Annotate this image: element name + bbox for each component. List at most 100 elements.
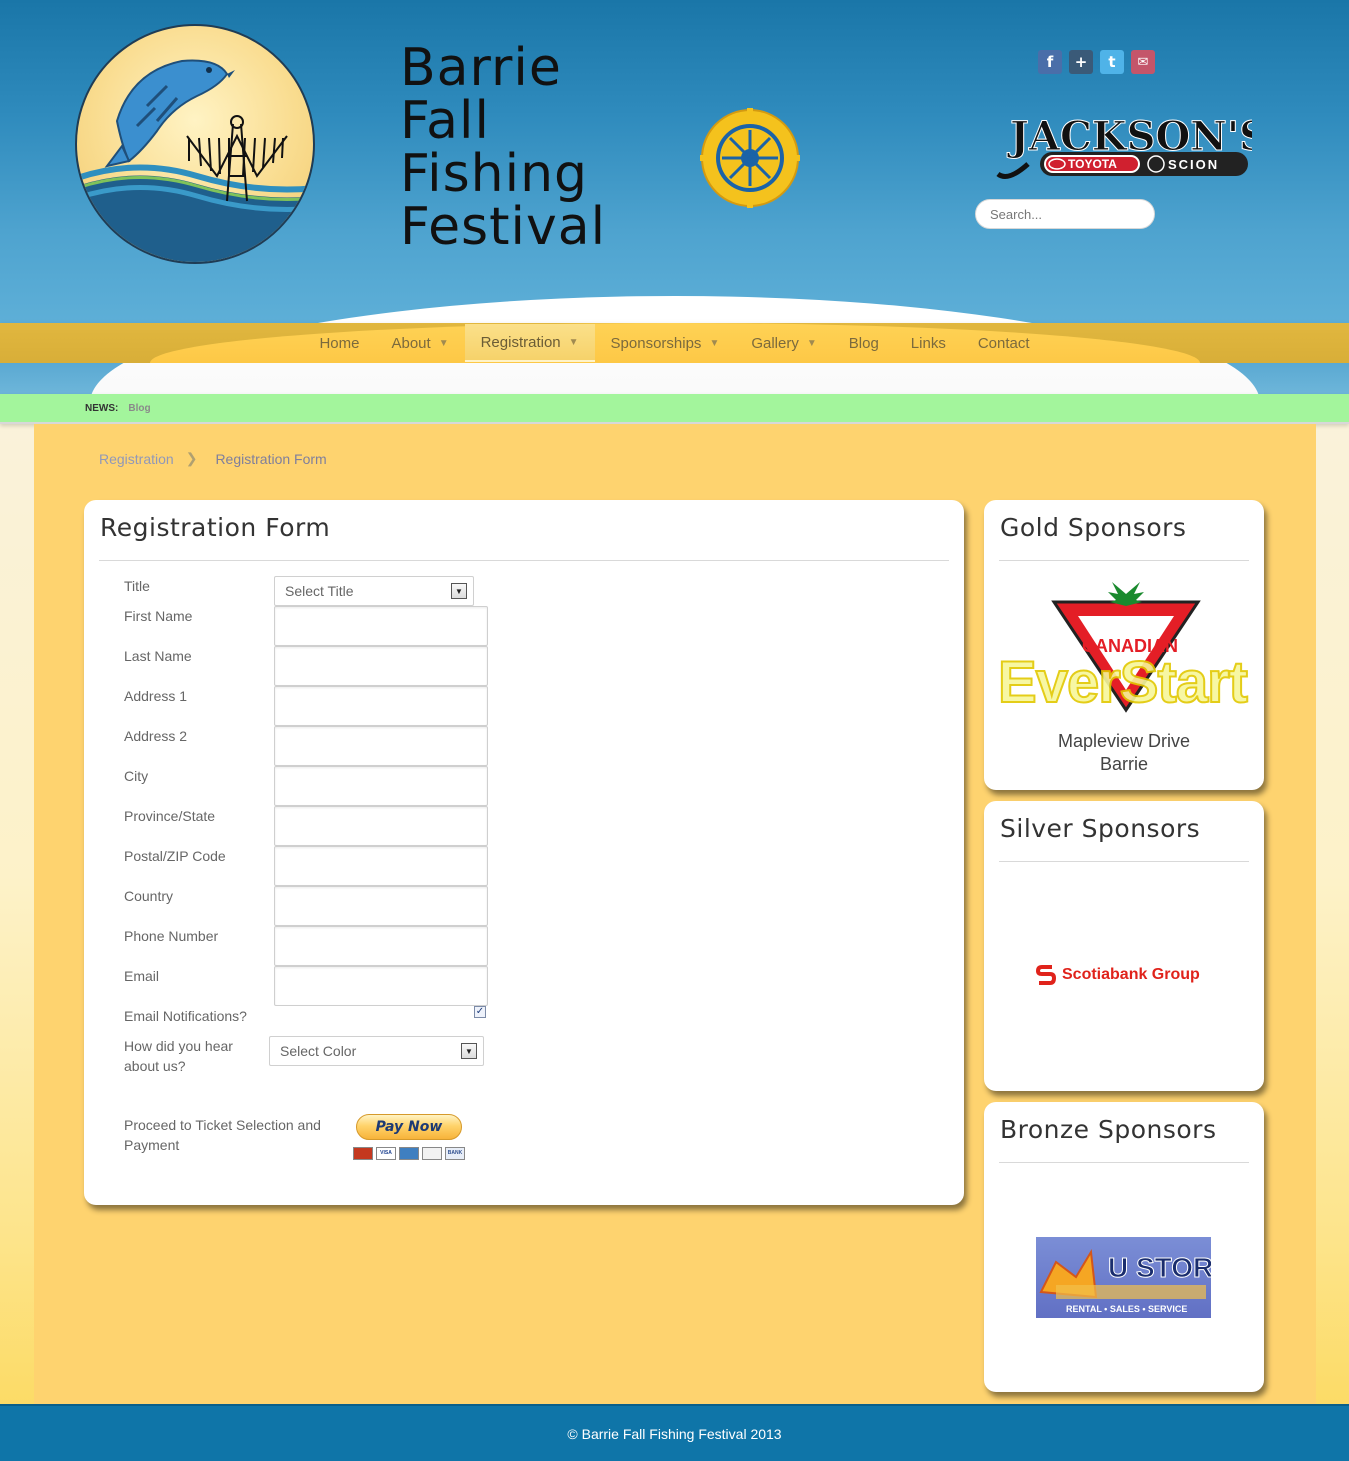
bronze-sponsors-title: Bronze Sponsors bbox=[1000, 1115, 1217, 1144]
province-label: Province/State bbox=[124, 808, 216, 824]
phone-field[interactable] bbox=[274, 926, 488, 966]
heard-label: How did you hear about us? bbox=[124, 1036, 233, 1076]
nav-label: Gallery bbox=[751, 334, 799, 352]
googleplus-icon[interactable]: + bbox=[1069, 50, 1093, 74]
heard-label-line2: about us? bbox=[124, 1058, 186, 1074]
mastercard-icon bbox=[353, 1147, 373, 1160]
nav-label: Home bbox=[319, 334, 360, 352]
scotiabank-s-icon bbox=[1036, 965, 1056, 985]
nav-gallery[interactable]: Gallery ▼ bbox=[735, 324, 832, 362]
ustor-logo[interactable]: U STOR RENTAL • SALES • SERVICE bbox=[1036, 1237, 1211, 1318]
gold-caption-line1: Mapleview Drive bbox=[1057, 731, 1191, 751]
heard-select-value: Select Color bbox=[280, 1043, 357, 1059]
breadcrumb-registration[interactable]: Registration bbox=[99, 451, 174, 467]
nav-label: About bbox=[391, 334, 431, 352]
nav-links[interactable]: Links bbox=[895, 324, 962, 362]
province-field[interactable] bbox=[274, 806, 488, 846]
everstart-logo-icon: CANADIAN EverStart bbox=[997, 582, 1249, 716]
form-heading: Registration Form bbox=[100, 513, 331, 542]
header-lower-arc bbox=[90, 363, 1260, 395]
festival-logo[interactable] bbox=[75, 24, 315, 264]
address1-label: Address 1 bbox=[124, 688, 188, 704]
address1-field[interactable] bbox=[274, 686, 488, 726]
main-menu: Home About ▼ Registration ▼ Sponsorships ▼ … bbox=[0, 323, 1349, 363]
dropdown-arrow-icon: ▼ bbox=[451, 583, 467, 599]
city-label: City bbox=[124, 768, 149, 784]
chevron-down-icon: ▼ bbox=[709, 337, 720, 349]
footer: © Barrie Fall Fishing Festival 2013 bbox=[0, 1404, 1349, 1461]
rotary-wheel-icon bbox=[700, 108, 800, 208]
scotiabank-logo[interactable]: Scotiabank Group bbox=[1036, 964, 1200, 986]
social-links: f + t ✉ bbox=[1038, 50, 1155, 74]
scotiabank-text: Scotiabank Group bbox=[1062, 966, 1200, 983]
dropdown-arrow-icon: ▼ bbox=[461, 1043, 477, 1059]
pay-now-button[interactable]: Pay Now VISA BANK bbox=[353, 1114, 465, 1166]
news-link[interactable]: Blog bbox=[128, 403, 150, 414]
news-ticker: NEWS: Blog bbox=[0, 394, 1349, 424]
canadian-tire-everstart-logo[interactable]: CANADIAN EverStart bbox=[997, 580, 1250, 716]
phone-label: Phone Number bbox=[124, 928, 219, 944]
last-name-label: Last Name bbox=[124, 648, 192, 664]
discover-icon bbox=[422, 1147, 442, 1160]
email-icon[interactable]: ✉ bbox=[1131, 50, 1155, 74]
ustor-logo-icon: U STOR RENTAL • SALES • SERVICE bbox=[1039, 1248, 1211, 1314]
notifications-checkbox[interactable]: ✓ bbox=[474, 1006, 486, 1018]
bank-icon: BANK bbox=[445, 1147, 465, 1160]
notifications-label: Email Notifications? bbox=[124, 1008, 247, 1024]
payment-cards: VISA BANK bbox=[353, 1147, 465, 1160]
header: Barrie Fall Fishing Festival f + t ✉ JAC… bbox=[0, 0, 1349, 330]
gold-sponsors-title: Gold Sponsors bbox=[1000, 513, 1187, 542]
nav-about[interactable]: About ▼ bbox=[375, 324, 464, 362]
divider bbox=[999, 1162, 1249, 1163]
nav-home[interactable]: Home bbox=[303, 324, 375, 362]
nav-contact[interactable]: Contact bbox=[962, 324, 1046, 362]
nav-label: Sponsorships bbox=[610, 334, 702, 352]
svg-text:EverStart: EverStart bbox=[998, 650, 1248, 715]
email-field[interactable] bbox=[274, 966, 488, 1006]
postal-field[interactable] bbox=[274, 846, 488, 886]
heard-select[interactable]: Select Color ▼ bbox=[269, 1036, 484, 1066]
divider bbox=[99, 560, 949, 561]
header-lower bbox=[0, 363, 1349, 395]
jacksons-toyota-logo[interactable]: JACKSON'S TOYOTA SCION bbox=[988, 104, 1269, 184]
pay-now-label: Pay Now bbox=[356, 1114, 462, 1140]
news-label: NEWS: bbox=[85, 402, 119, 414]
divider bbox=[999, 861, 1249, 862]
nav-label: Contact bbox=[977, 334, 1030, 352]
country-field[interactable] bbox=[274, 886, 488, 926]
address2-field[interactable] bbox=[274, 726, 488, 766]
jacksons-logo-icon: JACKSON'S TOYOTA SCION bbox=[996, 113, 1269, 179]
breadcrumb-current: Registration Form bbox=[215, 450, 327, 467]
first-name-field[interactable] bbox=[274, 606, 488, 646]
nav-label: Blog bbox=[848, 334, 879, 352]
fish-logo-icon bbox=[77, 59, 313, 262]
proceed-label-line2: Payment bbox=[124, 1137, 180, 1153]
gold-sponsor-caption: Mapleview Drive Barrie bbox=[984, 730, 1264, 776]
city-field[interactable] bbox=[274, 766, 488, 806]
nav-registration[interactable]: Registration ▼ bbox=[464, 324, 595, 362]
heard-label-line1: How did you hear bbox=[124, 1038, 233, 1054]
chevron-down-icon: ▼ bbox=[806, 337, 817, 349]
twitter-icon[interactable]: t bbox=[1100, 50, 1124, 74]
gold-caption-line2: Barrie bbox=[1099, 754, 1148, 774]
site-title-line: Fall bbox=[400, 91, 490, 151]
copyright-text: © Barrie Fall Fishing Festival 2013 bbox=[567, 1425, 782, 1442]
facebook-icon[interactable]: f bbox=[1038, 50, 1062, 74]
toyota-text: TOYOTA bbox=[1068, 157, 1117, 171]
search-input[interactable] bbox=[975, 199, 1155, 229]
chevron-down-icon: ▼ bbox=[438, 337, 449, 349]
address2-label: Address 2 bbox=[124, 728, 188, 744]
scion-text: SCION bbox=[1168, 157, 1219, 172]
title-select[interactable]: Select Title ▼ bbox=[274, 576, 474, 606]
title-select-value: Select Title bbox=[285, 583, 354, 599]
ustor-tagline: RENTAL • SALES • SERVICE bbox=[1066, 1304, 1187, 1314]
gold-sponsors-card: Gold Sponsors CANADIAN EverStart Maplevi… bbox=[984, 500, 1264, 790]
silver-sponsors-title: Silver Sponsors bbox=[1000, 814, 1201, 843]
nav-sponsorships[interactable]: Sponsorships ▼ bbox=[595, 324, 736, 362]
divider bbox=[999, 560, 1249, 561]
chevron-right-icon: ❯ bbox=[185, 450, 198, 466]
proceed-label: Proceed to Ticket Selection and Payment bbox=[124, 1115, 321, 1155]
last-name-field[interactable] bbox=[274, 646, 488, 686]
nav-blog[interactable]: Blog bbox=[833, 324, 895, 362]
site-title[interactable]: Barrie Fall Fishing Festival bbox=[400, 42, 660, 254]
